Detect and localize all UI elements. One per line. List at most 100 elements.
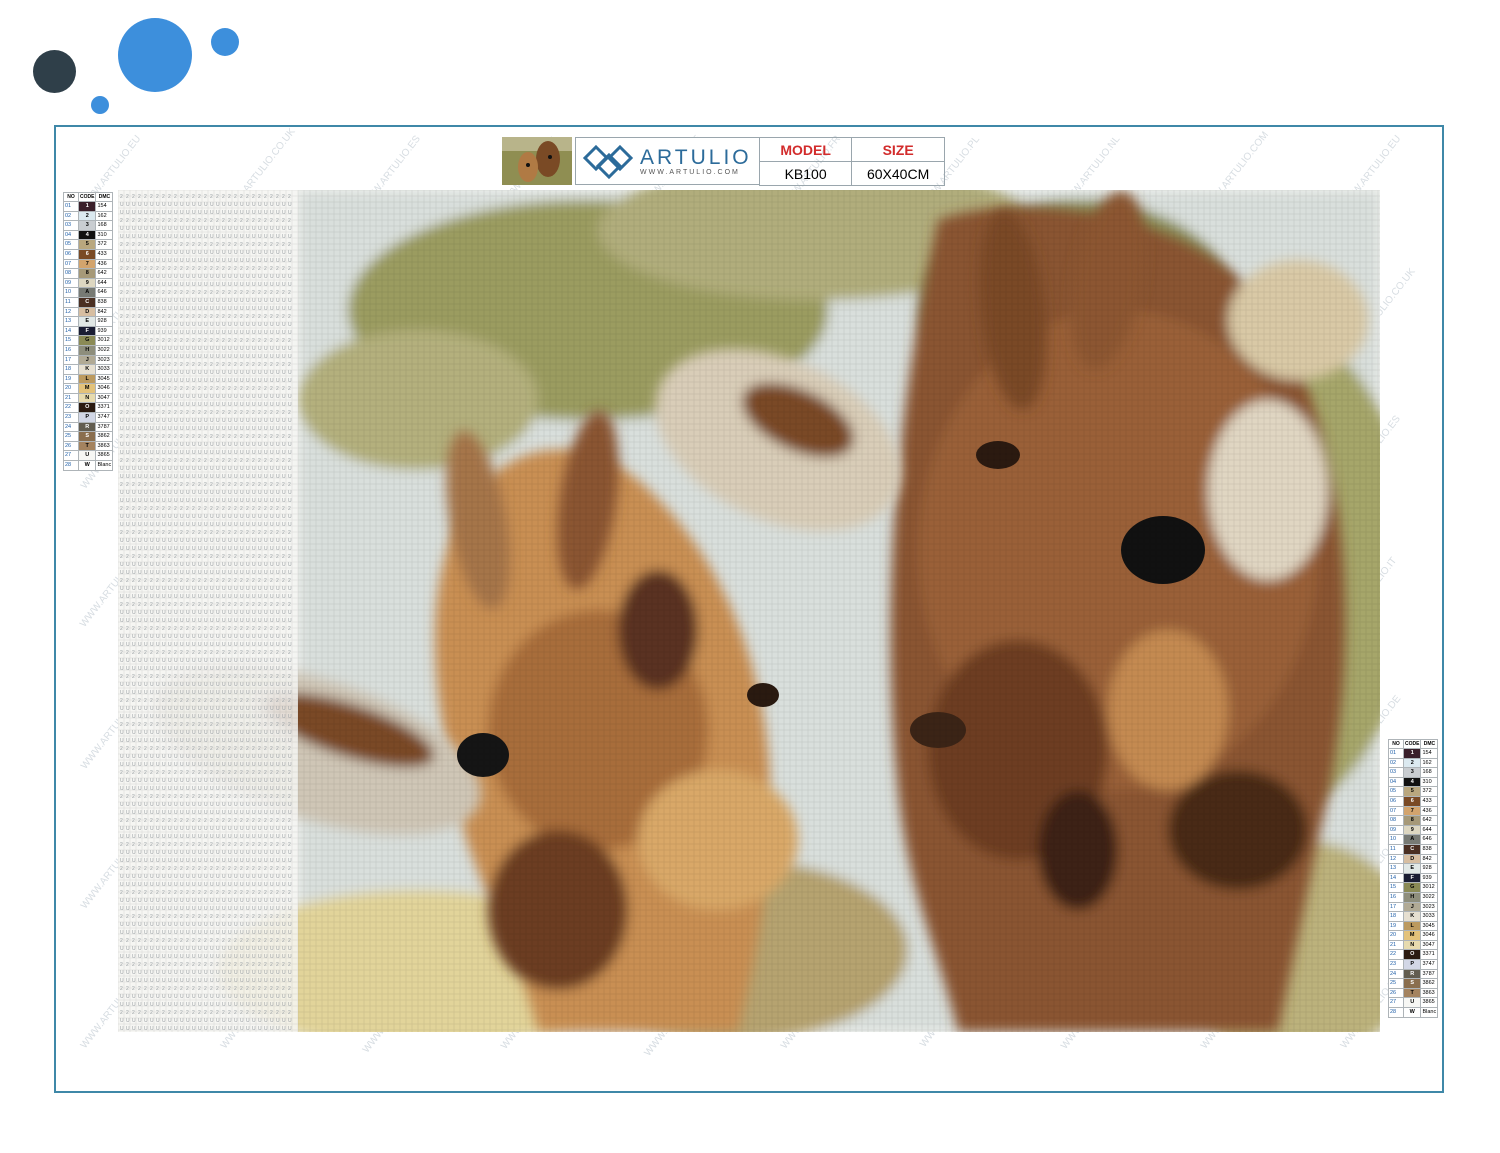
- pattern-code-letter: 2: [162, 842, 165, 848]
- pattern-code-letter: U: [234, 466, 238, 472]
- pattern-code-letter: U: [132, 786, 136, 792]
- pattern-code-letter: U: [126, 730, 130, 736]
- pattern-code-letter: U: [162, 298, 166, 304]
- pattern-code-letter: 2: [168, 914, 171, 920]
- pattern-code-letter: 2: [174, 986, 177, 992]
- pattern-code-letter: 2: [246, 890, 249, 896]
- legend-row: 15 G 3012: [1388, 882, 1439, 893]
- pattern-code-letter: 2: [264, 362, 267, 368]
- pattern-code-letter: U: [240, 258, 244, 264]
- pattern-code-letter: 2: [228, 242, 231, 248]
- pattern-code-letter: 2: [204, 242, 207, 248]
- pattern-code-letter: 2: [180, 818, 183, 824]
- pattern-code-letter: 2: [126, 410, 129, 416]
- pattern-code-letter: U: [150, 546, 154, 552]
- pattern-code-letter: U: [234, 346, 238, 352]
- pattern-code-letter: U: [222, 234, 226, 240]
- pattern-code-letter: 2: [204, 722, 207, 728]
- pattern-code-letter: U: [258, 898, 262, 904]
- pattern-code-letter: U: [270, 538, 274, 544]
- pattern-code-letter: 2: [168, 530, 171, 536]
- pattern-code-letter: U: [186, 882, 190, 888]
- pattern-code-letter: U: [174, 642, 178, 648]
- pattern-code-letter: U: [222, 850, 226, 856]
- pattern-code-letter: 2: [180, 458, 183, 464]
- pattern-code-letter: 2: [228, 866, 231, 872]
- pattern-code-letter: 2: [204, 602, 207, 608]
- pattern-code-letter: 2: [186, 218, 189, 224]
- pattern-code-letter: U: [216, 786, 220, 792]
- pattern-code-letter: 2: [126, 626, 129, 632]
- pattern-code-letter: U: [132, 922, 136, 928]
- pattern-code-letter: U: [258, 1026, 262, 1032]
- pattern-code-letter: 2: [204, 530, 207, 536]
- pattern-code-letter: U: [222, 330, 226, 336]
- pattern-code-letter: 2: [288, 962, 291, 968]
- pattern-code-letter: 2: [120, 362, 123, 368]
- pattern-code-letter: U: [252, 1018, 256, 1024]
- pattern-code-letter: U: [204, 1026, 208, 1032]
- pattern-code-letter: 2: [258, 770, 261, 776]
- pattern-code-letter: 2: [234, 698, 237, 704]
- pattern-code-letter: 2: [156, 530, 159, 536]
- pattern-code-letter: U: [168, 538, 172, 544]
- pattern-code-letter: U: [192, 762, 196, 768]
- pattern-code-letter: U: [168, 586, 172, 592]
- pattern-code-letter: U: [204, 306, 208, 312]
- pattern-code-letter: U: [234, 762, 238, 768]
- pattern-code-letter: U: [258, 874, 262, 880]
- pattern-code-letter: U: [198, 394, 202, 400]
- pattern-code-letter: 2: [204, 866, 207, 872]
- pattern-code-letter: U: [180, 930, 184, 936]
- pattern-code-letter: 2: [234, 794, 237, 800]
- pattern-code-letter: U: [180, 738, 184, 744]
- pattern-code-letter: U: [126, 714, 130, 720]
- pattern-code-letter: U: [144, 850, 148, 856]
- pattern-code-letter: U: [156, 514, 160, 520]
- pattern-code-letter: U: [174, 538, 178, 544]
- pattern-code-letter: U: [204, 202, 208, 208]
- pattern-code-letter: U: [144, 418, 148, 424]
- pattern-code-letter: 2: [156, 794, 159, 800]
- pattern-code-letter: 2: [132, 818, 135, 824]
- pattern-code-letter: U: [216, 642, 220, 648]
- pattern-code-letter: U: [144, 210, 148, 216]
- pattern-code-letter: 2: [276, 650, 279, 656]
- pattern-code-letter: U: [162, 402, 166, 408]
- pattern-code-letter: U: [264, 682, 268, 688]
- pattern-code-letter: U: [210, 322, 214, 328]
- pattern-code-letter: U: [132, 370, 136, 376]
- pattern-code-letter: 2: [222, 386, 225, 392]
- pattern-code-letter: 2: [252, 698, 255, 704]
- pattern-code-letter: U: [174, 466, 178, 472]
- pattern-code-letter: U: [162, 706, 166, 712]
- pattern-code-letter: U: [240, 250, 244, 256]
- pattern-code-letter: 2: [216, 986, 219, 992]
- pattern-code-letter: U: [234, 490, 238, 496]
- legend-number: 05: [63, 239, 79, 250]
- pattern-code-letter: U: [282, 282, 286, 288]
- pattern-code-letter: U: [186, 522, 190, 528]
- legend-row: 20 M 3046: [1388, 930, 1439, 941]
- pattern-code-letter: U: [186, 514, 190, 520]
- pattern-code-letter: U: [228, 202, 232, 208]
- pattern-code-letter: U: [270, 858, 274, 864]
- pattern-code-letter: U: [138, 210, 142, 216]
- pattern-code-letter: U: [210, 786, 214, 792]
- pattern-code-letter: U: [222, 666, 226, 672]
- pattern-code-letter: U: [222, 346, 226, 352]
- pattern-code-letter: U: [264, 490, 268, 496]
- pattern-code-letter: 2: [150, 482, 153, 488]
- pattern-code-letter: U: [282, 642, 286, 648]
- pattern-code-letter: U: [132, 274, 136, 280]
- pattern-code-letter: U: [210, 906, 214, 912]
- pattern-code-letter: U: [120, 634, 124, 640]
- pattern-code-letter: U: [282, 618, 286, 624]
- pattern-code-letter: U: [132, 834, 136, 840]
- pattern-code-letter: U: [276, 850, 280, 856]
- pattern-code-letter: 2: [240, 1010, 243, 1016]
- pattern-code-letter: U: [168, 546, 172, 552]
- pattern-code-letter: U: [180, 562, 184, 568]
- legend-code-swatch: K: [77, 364, 97, 375]
- pattern-code-letter: U: [234, 298, 238, 304]
